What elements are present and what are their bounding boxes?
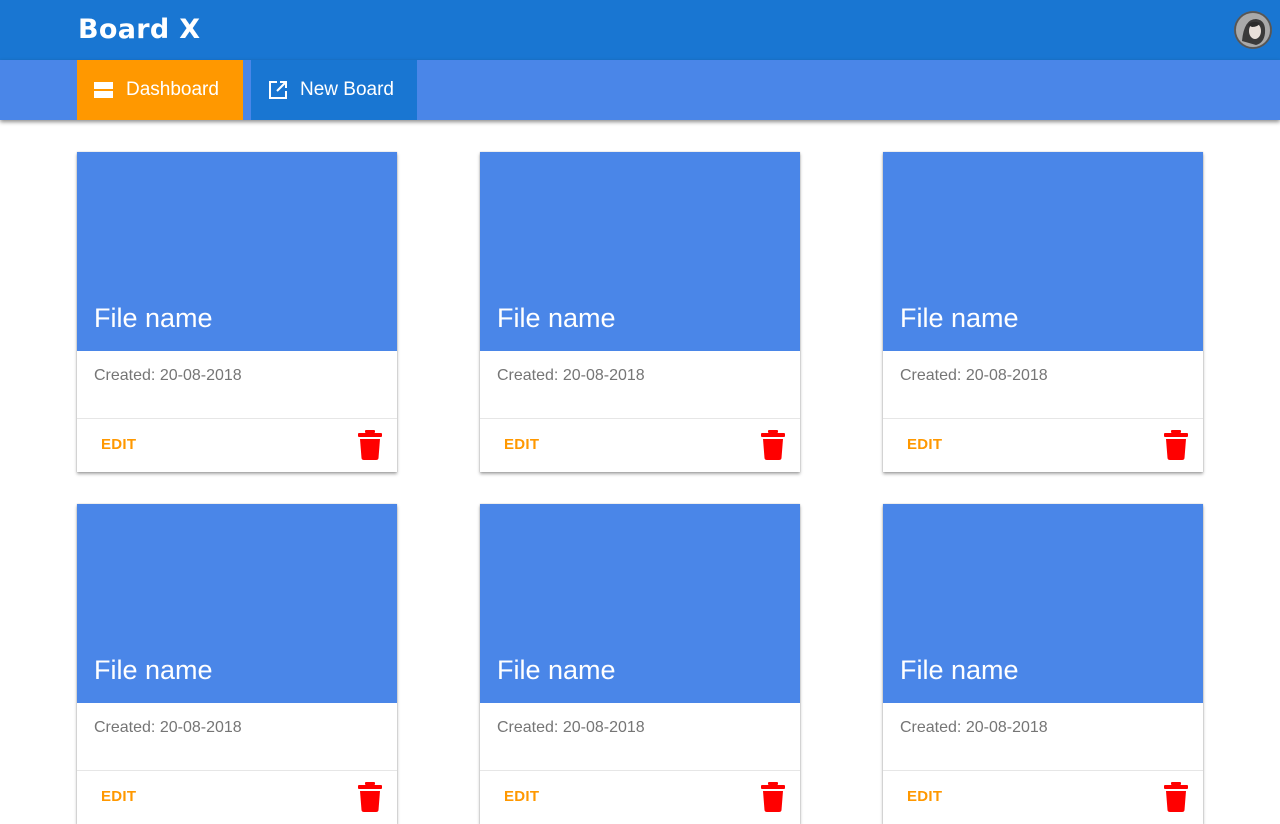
trash-icon <box>1164 782 1188 812</box>
card-divider <box>480 770 800 771</box>
card-media[interactable]: File name <box>77 152 397 351</box>
card-media[interactable]: File name <box>480 504 800 703</box>
card-title: File name <box>900 303 1019 333</box>
tab-new-board-label: New Board <box>300 79 394 100</box>
tab-dashboard[interactable]: Dashboard <box>77 60 243 120</box>
open-in-new-icon <box>268 80 288 100</box>
edit-button[interactable]: EDIT <box>94 784 149 810</box>
card-media[interactable]: File name <box>883 152 1203 351</box>
trash-icon <box>358 430 382 460</box>
board-grid: File name Created: 20-08-2018 EDIT File … <box>0 0 1280 824</box>
edit-button[interactable]: EDIT <box>497 432 552 458</box>
delete-button[interactable] <box>761 782 785 812</box>
board-card: File name Created: 20-08-2018 EDIT <box>480 504 800 824</box>
card-title: File name <box>497 303 616 333</box>
delete-button[interactable] <box>1164 430 1188 460</box>
card-divider <box>480 418 800 419</box>
delete-button[interactable] <box>358 782 382 812</box>
card-created-date: Created: 20-08-2018 <box>900 719 1048 736</box>
card-created-date: Created: 20-08-2018 <box>497 367 645 384</box>
delete-button[interactable] <box>358 430 382 460</box>
edit-button[interactable]: EDIT <box>900 784 955 810</box>
trash-icon <box>358 782 382 812</box>
nav-bar: Dashboard New Board <box>0 60 1280 120</box>
dashboard-icon <box>94 80 114 100</box>
card-created-date: Created: 20-08-2018 <box>94 367 242 384</box>
trash-icon <box>1164 430 1188 460</box>
edit-button[interactable]: EDIT <box>94 432 149 458</box>
card-divider <box>883 770 1203 771</box>
card-media[interactable]: File name <box>77 504 397 703</box>
card-title: File name <box>497 655 616 685</box>
tab-dashboard-label: Dashboard <box>126 79 219 100</box>
card-title: File name <box>94 655 213 685</box>
card-created-date: Created: 20-08-2018 <box>900 367 1048 384</box>
card-created-date: Created: 20-08-2018 <box>497 719 645 736</box>
edit-button[interactable]: EDIT <box>497 784 552 810</box>
edit-button[interactable]: EDIT <box>900 432 955 458</box>
card-media[interactable]: File name <box>883 504 1203 703</box>
tab-new-board[interactable]: New Board <box>251 60 417 120</box>
board-card: File name Created: 20-08-2018 EDIT <box>883 504 1203 824</box>
board-card: File name Created: 20-08-2018 EDIT <box>77 504 397 824</box>
card-divider <box>77 418 397 419</box>
card-title: File name <box>94 303 213 333</box>
card-media[interactable]: File name <box>480 152 800 351</box>
card-divider <box>883 418 1203 419</box>
delete-button[interactable] <box>1164 782 1188 812</box>
board-card: File name Created: 20-08-2018 EDIT <box>883 152 1203 472</box>
trash-icon <box>761 430 785 460</box>
delete-button[interactable] <box>761 430 785 460</box>
card-divider <box>77 770 397 771</box>
card-title: File name <box>900 655 1019 685</box>
board-card: File name Created: 20-08-2018 EDIT <box>480 152 800 472</box>
card-created-date: Created: 20-08-2018 <box>94 719 242 736</box>
board-card: File name Created: 20-08-2018 EDIT <box>77 152 397 472</box>
trash-icon <box>761 782 785 812</box>
